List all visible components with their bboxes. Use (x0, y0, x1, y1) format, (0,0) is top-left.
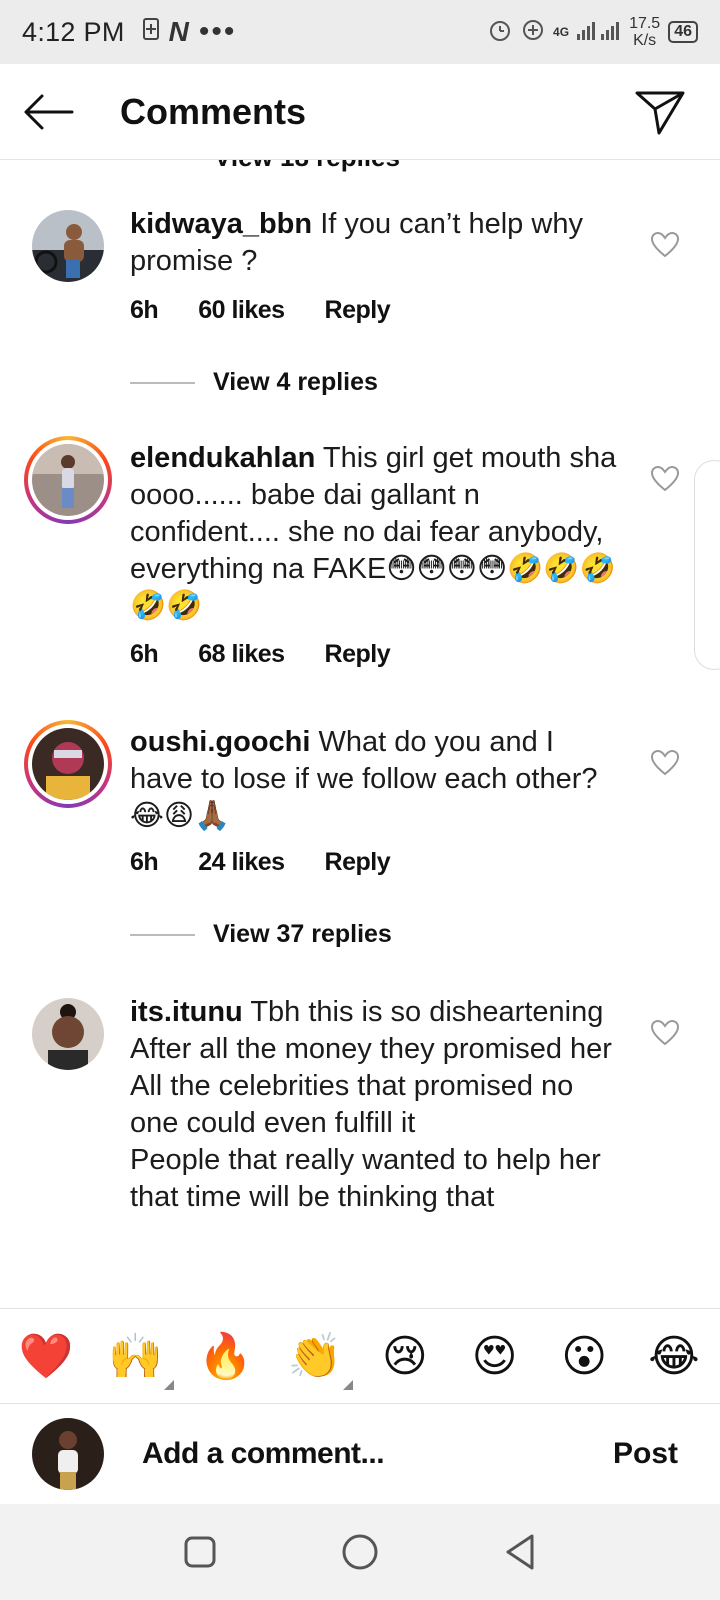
comment-text: elendukahlan This girl get mouth sha ooo… (130, 440, 620, 625)
view-replies-label[interactable]: View 37 replies (213, 920, 392, 949)
status-right: 4G 17.5 K/s 46 (487, 15, 698, 49)
reply-button[interactable]: Reply (325, 848, 391, 877)
back-nav-button[interactable] (490, 1522, 550, 1582)
view-replies-link[interactable]: View 4 replies (130, 368, 378, 397)
comment-likes[interactable]: 24 likes (198, 848, 285, 877)
back-arrow-icon (24, 94, 74, 129)
emoji-heart-button[interactable]: ❤️ (18, 1328, 74, 1384)
comments-header: Comments (0, 64, 720, 160)
like-heart-icon[interactable] (650, 1018, 680, 1048)
page-title: Comments (120, 90, 307, 132)
circle-icon (342, 1534, 378, 1570)
emoji-quick-bar: ❤️ 🙌 🔥 👏 😢 😍 😮 😂 (0, 1308, 720, 1404)
avatar[interactable] (24, 436, 112, 524)
emoji-clap-button[interactable]: 👏 (287, 1328, 354, 1390)
more-notifications-icon: ••• (198, 15, 237, 48)
back-button[interactable] (0, 64, 96, 160)
reply-button[interactable]: Reply (325, 296, 391, 325)
comment-likes[interactable]: 60 likes (198, 296, 285, 325)
comment-line: People that really wanted to help her th… (130, 1144, 601, 1213)
status-time: 4:12 PM (22, 16, 125, 47)
status-left-icons: N ••• (142, 15, 237, 49)
comment-username[interactable]: elendukahlan (130, 442, 315, 474)
comment-line: After all the money they promised her (130, 1033, 612, 1065)
comment-line: All the celebrities that promised no one… (130, 1070, 574, 1139)
comment-line: Tbh this is so disheartening (250, 996, 604, 1028)
emoji-crying-button[interactable]: 😢 (377, 1328, 433, 1384)
like-heart-icon[interactable] (650, 748, 680, 778)
comment-text: its.itunu Tbh this is so disheartening A… (130, 994, 620, 1216)
comment-username[interactable]: kidwaya_bbn (130, 208, 312, 240)
emoji-raising-hands-button[interactable]: 🙌 (108, 1328, 174, 1390)
comment-composer: Add a comment... Post (0, 1404, 720, 1504)
triangle-back-icon (506, 1534, 534, 1570)
direct-message-icon (635, 91, 685, 134)
comment-time: 6h (130, 296, 159, 324)
post-button[interactable]: Post (613, 1437, 678, 1471)
battery-indicator: 46 (668, 21, 698, 43)
status-bar: 4:12 PM N ••• 4G 17.5 K/s 46 (0, 0, 720, 64)
like-heart-icon[interactable] (650, 464, 680, 494)
avatar[interactable] (32, 998, 104, 1070)
comment-username[interactable]: oushi.goochi (130, 726, 310, 758)
network-type-label: 4G (553, 25, 570, 39)
like-heart-icon[interactable] (650, 230, 680, 260)
notification-n-icon: N (168, 16, 189, 47)
square-icon (184, 1536, 216, 1568)
my-avatar (32, 1418, 104, 1490)
comment-time: 6h (130, 640, 159, 668)
comment-meta: 6h 68 likes Reply (130, 640, 391, 669)
emoji-glyph: 👏 (287, 1331, 343, 1382)
emoji-glyph: 🙌 (108, 1331, 164, 1382)
sim-icon (142, 17, 159, 47)
emoji-heart-eyes-button[interactable]: 😍 (467, 1328, 523, 1384)
comment-username[interactable]: its.itunu (130, 996, 243, 1028)
avatar[interactable] (32, 210, 104, 282)
system-nav-bar (0, 1504, 720, 1600)
signal-icon (577, 18, 621, 47)
comment-meta: 6h 60 likes Reply (130, 296, 391, 325)
comments-list[interactable]: View 18 replies kidwaya_bbn If you can’t… (0, 160, 720, 1308)
skin-tone-indicator (163, 1380, 174, 1390)
skin-tone-indicator (343, 1380, 354, 1390)
emoji-surprised-button[interactable]: 😮 (556, 1328, 612, 1384)
replies-divider (130, 381, 195, 384)
reply-button[interactable]: Reply (325, 640, 391, 669)
comment-text: kidwaya_bbn If you can’t help why promis… (130, 206, 620, 280)
network-speed: 17.5 K/s (629, 15, 660, 49)
share-button[interactable] (630, 82, 690, 142)
view-replies-link-cut[interactable]: View 18 replies (214, 160, 400, 173)
recents-button[interactable] (170, 1522, 230, 1582)
view-replies-link[interactable]: View 37 replies (130, 920, 392, 949)
speed-unit: K/s (633, 32, 657, 49)
replies-divider (130, 933, 195, 936)
comment-meta: 6h 24 likes Reply (130, 848, 391, 877)
add-comment-input[interactable]: Add a comment... (142, 1437, 613, 1471)
view-replies-label[interactable]: View 4 replies (213, 368, 378, 397)
side-panel-handle[interactable] (694, 460, 720, 670)
comment-likes[interactable]: 68 likes (198, 640, 285, 669)
comment-time: 6h (130, 848, 159, 876)
alarm-icon (487, 17, 513, 48)
data-saver-icon (521, 18, 545, 47)
comment-text: oushi.goochi What do you and I have to l… (130, 724, 620, 835)
emoji-laughing-button[interactable]: 😂 (646, 1328, 702, 1384)
home-button[interactable] (330, 1522, 390, 1582)
emoji-fire-button[interactable]: 🔥 (197, 1328, 253, 1384)
avatar[interactable] (24, 720, 112, 808)
speed-value: 17.5 (629, 15, 661, 32)
